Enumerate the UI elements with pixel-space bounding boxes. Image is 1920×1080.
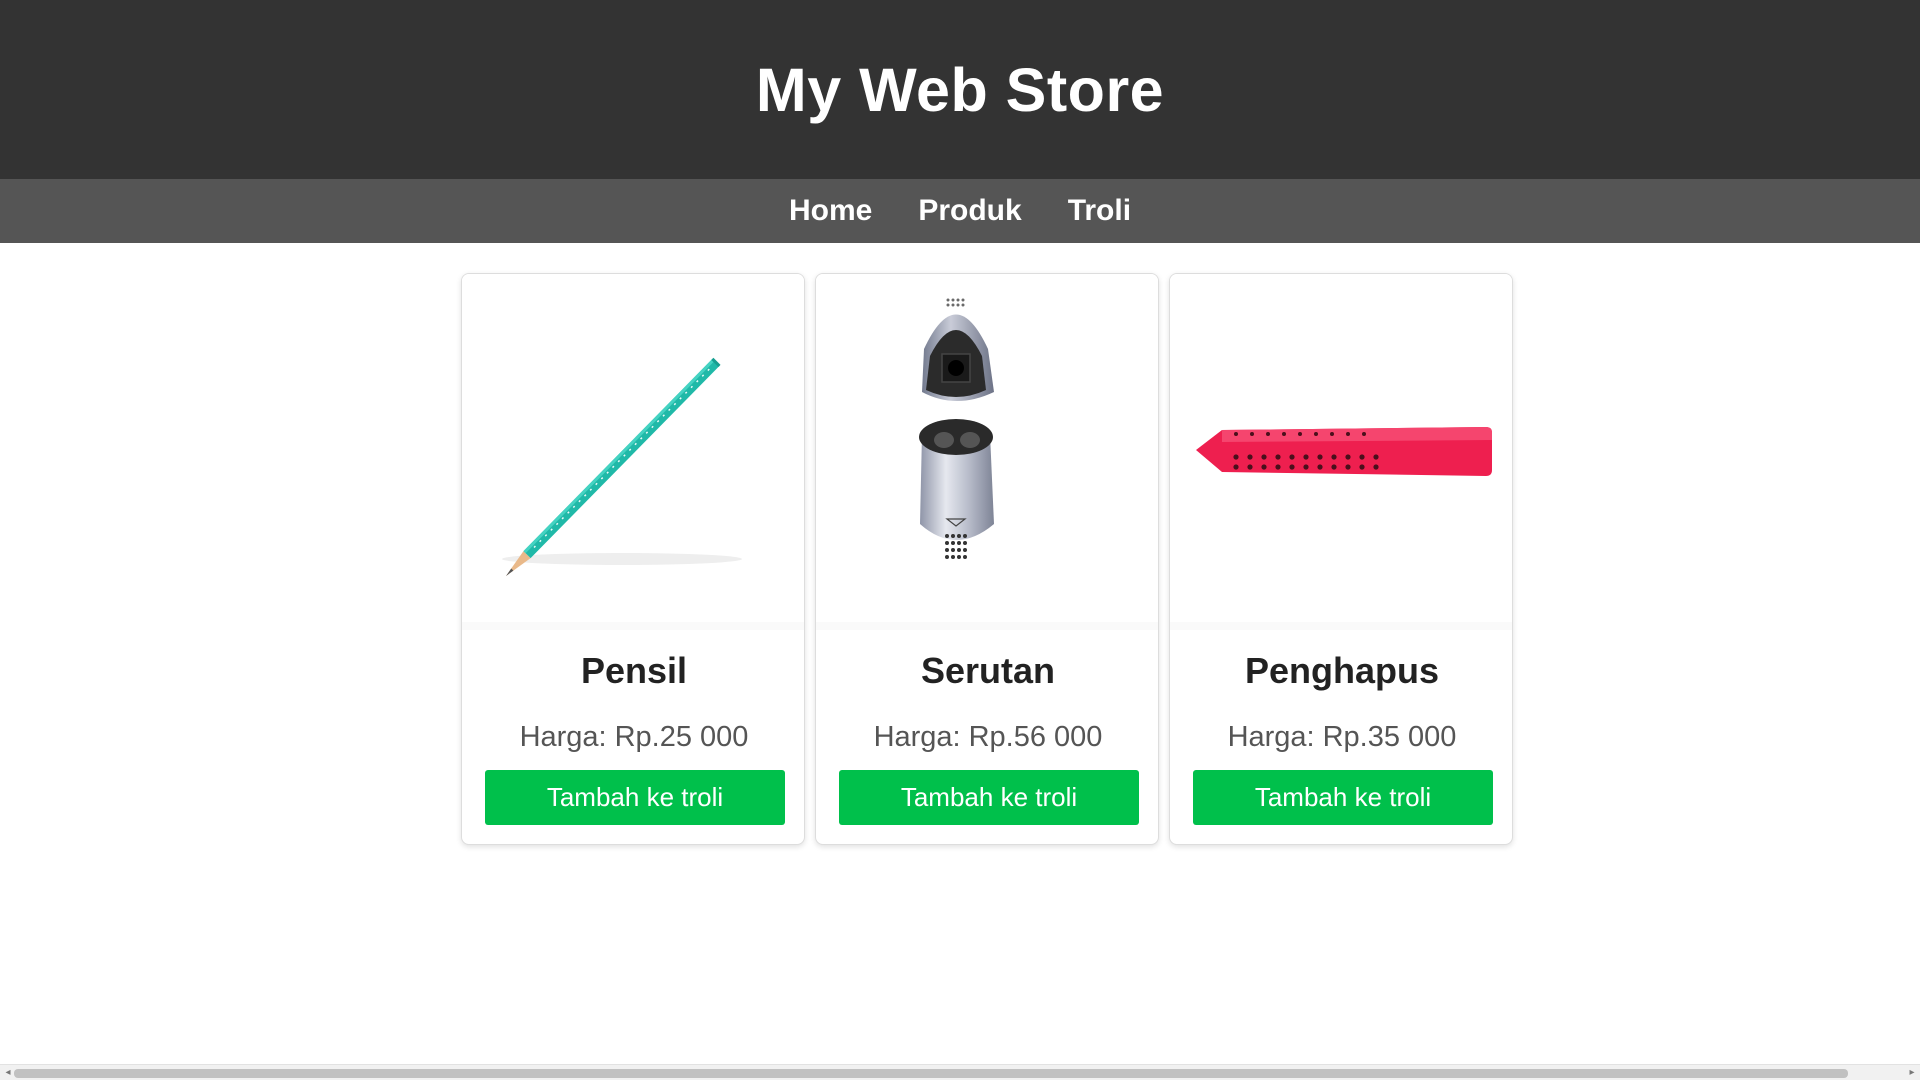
pencil-image — [462, 274, 804, 622]
product-card: Serutan Harga: Rp.56 000 Tambah ke troli — [815, 273, 1159, 845]
eraser-icon — [1196, 427, 1492, 476]
nav-troli-link[interactable]: Troli — [1068, 194, 1131, 228]
scrollbar-thumb[interactable] — [14, 1069, 1848, 1078]
sharpener-image — [816, 274, 1158, 622]
nav-home-link[interactable]: Home — [789, 194, 872, 228]
image-fade — [462, 622, 804, 630]
horizontal-scrollbar[interactable]: ◂ ▸ — [0, 1064, 1920, 1080]
product-price: Harga: Rp.56 000 — [816, 721, 1158, 754]
price-label: Harga: — [873, 721, 961, 753]
product-price: Harga: Rp.25 000 — [462, 721, 804, 754]
page: My Web Store Home Produk Troli Pensil Ha… — [0, 0, 1920, 1080]
price-value: Rp.56 000 — [968, 721, 1103, 753]
product-price: Harga: Rp.35 000 — [1170, 721, 1512, 754]
pencil-icon — [502, 357, 742, 576]
price-label: Harga: — [1227, 721, 1315, 753]
add-to-cart-button[interactable]: Tambah ke troli — [1193, 770, 1493, 825]
scroll-right-arrow-icon[interactable]: ▸ — [1906, 1067, 1918, 1079]
nav-produk-link[interactable]: Produk — [918, 194, 1021, 228]
site-header: My Web Store — [0, 0, 1920, 179]
image-fade — [816, 622, 1158, 630]
eraser-image — [1170, 274, 1512, 622]
product-card: Pensil Harga: Rp.25 000 Tambah ke troli — [461, 273, 805, 845]
price-label: Harga: — [519, 721, 607, 753]
product-name: Penghapus — [1244, 650, 1440, 691]
add-to-cart-button[interactable]: Tambah ke troli — [839, 770, 1139, 825]
product-card: Penghapus Harga: Rp.35 000 Tambah ke trol… — [1169, 273, 1513, 845]
price-value: Rp.35 000 — [1322, 721, 1457, 753]
site-title: My Web Store — [755, 55, 1165, 124]
main-nav: Home Produk Troli — [0, 179, 1920, 243]
sharpener-icon — [919, 298, 994, 559]
scroll-left-arrow-icon[interactable]: ◂ — [2, 1067, 14, 1079]
price-value: Rp.25 000 — [614, 721, 749, 753]
product-list: Pensil Harga:Rp.25 000 Tambah ke troli — [461, 273, 1513, 845]
product-name: Pensil — [580, 650, 688, 691]
add-to-cart-button[interactable]: Tambah ke troli — [485, 770, 785, 825]
image-fade — [1170, 622, 1512, 630]
product-name: Serutan — [920, 650, 1056, 691]
